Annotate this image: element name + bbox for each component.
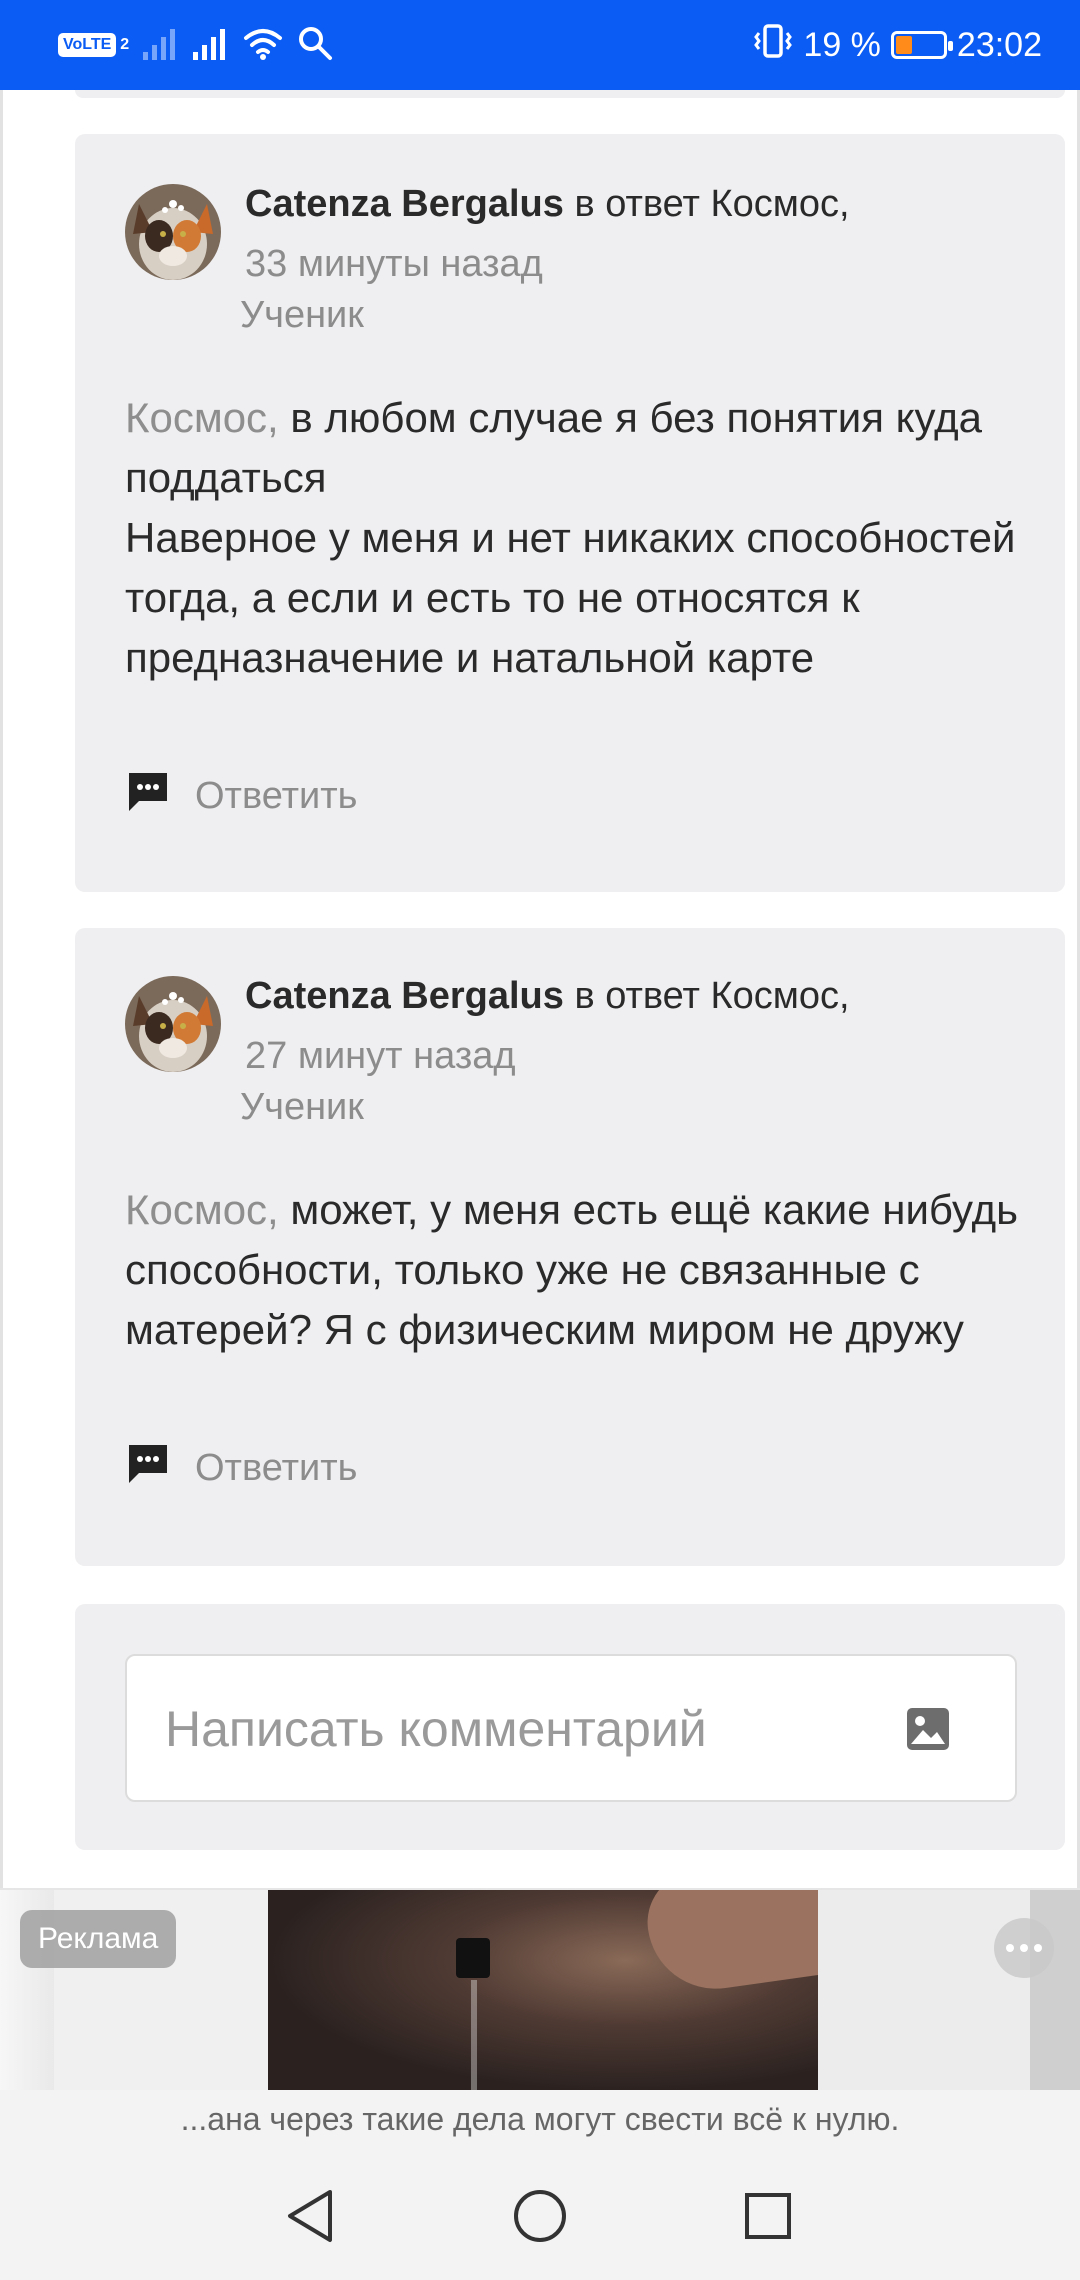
back-triangle-icon[interactable]: [280, 2186, 340, 2246]
ad-panel-right: [818, 1890, 1030, 2090]
signal-strong-icon: [193, 26, 229, 65]
comment-icon: [125, 769, 171, 823]
signal-weak-icon: [143, 26, 179, 65]
home-circle-icon[interactable]: [510, 2186, 570, 2246]
reply-to-text: в ответ Космос,: [574, 183, 850, 225]
comment-time: 27 минут назад: [245, 1035, 516, 1077]
comment-icon: [125, 1441, 171, 1495]
previous-comment-edge: [75, 90, 1065, 98]
author-role: Ученик: [240, 294, 364, 336]
search-icon: [297, 25, 333, 66]
author-name[interactable]: Catenza Bergalus: [245, 975, 564, 1017]
avatar[interactable]: [125, 184, 221, 280]
comment-header: Catenza Bergalus в ответ Космос, 27 мину…: [245, 966, 1025, 1086]
reply-label: Ответить: [195, 774, 358, 817]
system-nav-bar: [0, 2150, 1080, 2280]
mention-link[interactable]: Космос,: [125, 394, 279, 441]
comment-body: Космос, может, у меня есть ещё какие ниб…: [125, 1180, 1025, 1360]
ad-image[interactable]: [268, 1890, 916, 2090]
author-name[interactable]: Catenza Bergalus: [245, 183, 564, 225]
volte-badge: VoLTE: [58, 33, 117, 57]
ad-drip-shape: [471, 1980, 477, 2090]
status-bar: VoLTE 2 19 % 23:02: [0, 0, 1080, 90]
sim-index: 2: [120, 36, 130, 53]
recents-square-icon[interactable]: [738, 2186, 798, 2246]
comments-page: Catenza Bergalus в ответ Космос, 33 мину…: [0, 90, 1080, 2088]
more-options-icon[interactable]: [994, 1918, 1054, 1978]
comment-card: Catenza Bergalus в ответ Космос, 27 мину…: [75, 928, 1065, 1566]
status-right: 19 % 23:02: [753, 18, 1042, 72]
reply-button[interactable]: Ответить: [125, 766, 357, 826]
ad-label: Реклама: [20, 1910, 177, 1968]
ad-ticker-text[interactable]: ...ана через такие дела могут свести всё…: [0, 2090, 1080, 2150]
comment-input[interactable]: Написать комментарий: [125, 1654, 1017, 1802]
volte-indicator: VoLTE 2: [58, 33, 129, 57]
comment-header: Catenza Bergalus в ответ Космос, 33 мину…: [245, 174, 1025, 294]
status-left: VoLTE 2: [58, 22, 333, 68]
comment-card: Catenza Bergalus в ответ Космос, 33 мину…: [75, 134, 1065, 892]
avatar[interactable]: [125, 976, 221, 1072]
comment-input-placeholder: Написать комментарий: [165, 1701, 707, 1757]
reply-to-text: в ответ Космос,: [574, 975, 850, 1017]
ad-side-right: [1030, 1890, 1080, 2090]
image-icon[interactable]: [905, 1706, 951, 1757]
clock: 23:02: [956, 25, 1042, 64]
author-role: Ученик: [240, 1086, 364, 1128]
mention-link[interactable]: Космос,: [125, 1186, 279, 1233]
reply-button[interactable]: Ответить: [125, 1438, 357, 1498]
wifi-icon: [243, 26, 283, 65]
comment-body: Космос, в любом случае я без понятия куд…: [125, 388, 1025, 688]
battery-percent: 19 %: [803, 25, 881, 64]
reply-label: Ответить: [195, 1446, 358, 1489]
vibrate-icon: [753, 23, 793, 68]
comment-composer-card: Написать комментарий: [75, 1604, 1065, 1850]
comment-time: 33 минуты назад: [245, 243, 543, 285]
battery-icon: [890, 31, 953, 59]
ad-dropper-shape: [456, 1938, 490, 1978]
ad-banner[interactable]: Реклама: [0, 1888, 1080, 2090]
